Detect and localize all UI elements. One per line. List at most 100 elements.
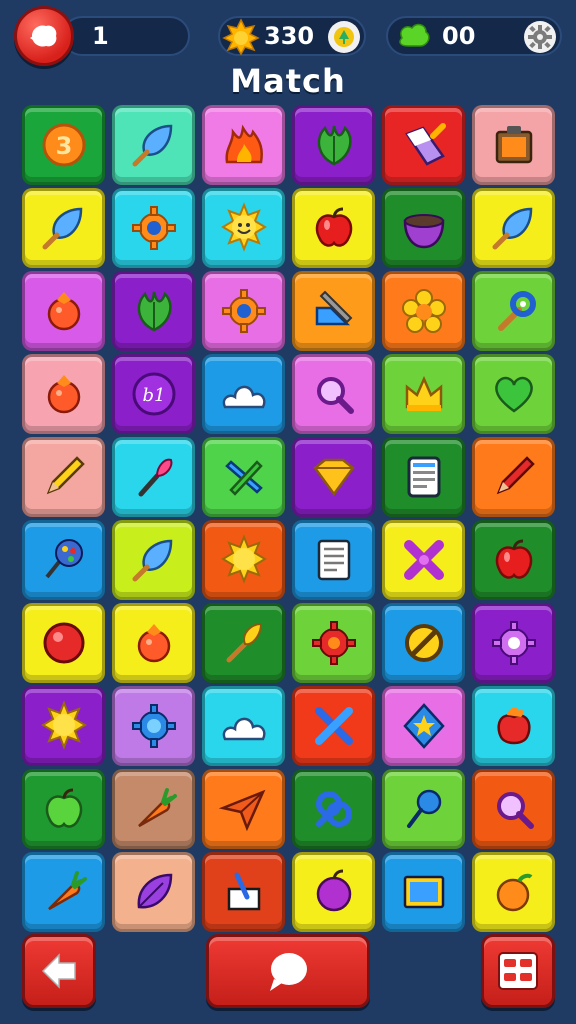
smiling-sun-icon — [220, 202, 267, 252]
knot-icon — [315, 791, 352, 827]
level-value: 1 — [92, 22, 109, 50]
svg-text:b1: b1 — [142, 385, 165, 406]
board-tile[interactable] — [22, 852, 105, 932]
board-tile[interactable] — [472, 852, 555, 932]
bubble-icon — [30, 25, 57, 47]
gear-red-icon — [311, 621, 356, 665]
board-tile[interactable] — [202, 852, 285, 932]
palette-icon — [44, 539, 83, 579]
board-tile[interactable] — [382, 686, 465, 766]
leaf-brush-icon — [132, 539, 172, 582]
magnifier-icon — [496, 792, 534, 829]
board-tile[interactable] — [112, 271, 195, 351]
board-tile[interactable]: 3 — [22, 105, 105, 185]
eraser-icon — [404, 123, 446, 166]
board-tile[interactable] — [382, 769, 465, 849]
wrench-icon — [497, 291, 536, 331]
menu-board-icon — [498, 952, 538, 990]
board-tile[interactable] — [202, 769, 285, 849]
board-tile[interactable] — [472, 354, 555, 434]
board-tile[interactable] — [472, 686, 555, 766]
board-tile[interactable] — [472, 271, 555, 351]
board-tile[interactable] — [472, 520, 555, 600]
board-tile[interactable] — [202, 105, 285, 185]
gems-pill: 00 — [386, 16, 562, 56]
board-tile[interactable] — [382, 437, 465, 517]
board-tile[interactable] — [382, 520, 465, 600]
board-tile[interactable] — [292, 354, 375, 434]
board-tile[interactable] — [112, 105, 195, 185]
board-tile[interactable] — [472, 769, 555, 849]
home-button[interactable] — [14, 6, 74, 66]
board-tile[interactable] — [202, 271, 285, 351]
board-tile[interactable] — [22, 686, 105, 766]
board-tile[interactable] — [112, 852, 195, 932]
sun-coin-icon — [222, 18, 260, 62]
note-card-icon — [227, 872, 260, 911]
board-tile[interactable] — [202, 520, 285, 600]
purple-coin-icon: b1 — [132, 372, 175, 416]
board-tile[interactable] — [472, 437, 555, 517]
board-tile[interactable] — [112, 437, 195, 517]
back-button[interactable] — [22, 934, 96, 1008]
bowl-icon — [403, 214, 444, 249]
board-tile[interactable] — [292, 686, 375, 766]
berry-icon — [47, 375, 80, 414]
number-3-coin-icon: 3 — [42, 123, 85, 167]
board-tile[interactable] — [292, 769, 375, 849]
board-tile[interactable] — [472, 105, 555, 185]
board-tile[interactable] — [22, 520, 105, 600]
chat-button[interactable] — [206, 934, 370, 1008]
flower-icon — [401, 289, 446, 333]
board-tile[interactable] — [382, 852, 465, 932]
board-tile[interactable] — [382, 188, 465, 268]
board-tile[interactable] — [112, 769, 195, 849]
board-tile[interactable] — [292, 271, 375, 351]
gear-blue-icon — [131, 704, 176, 748]
board-tile[interactable] — [292, 188, 375, 268]
board-tile[interactable] — [382, 105, 465, 185]
settings-gear-icon[interactable] — [524, 21, 556, 53]
pencil-red-icon — [496, 456, 535, 495]
ruler-pencil-icon — [315, 290, 352, 326]
board-tile[interactable] — [292, 603, 375, 683]
board-tile[interactable] — [22, 769, 105, 849]
board-tile[interactable] — [382, 603, 465, 683]
orange-fruit-icon — [496, 873, 532, 912]
gear-icon — [131, 206, 176, 250]
board-tile[interactable]: b1 — [112, 354, 195, 434]
board-tile[interactable] — [382, 271, 465, 351]
board-tile[interactable] — [22, 354, 105, 434]
board-tile[interactable] — [112, 603, 195, 683]
board-tile[interactable] — [22, 271, 105, 351]
chat-bubble-icon — [270, 953, 307, 991]
board-tile[interactable] — [202, 686, 285, 766]
board-tile[interactable] — [202, 437, 285, 517]
board-tile[interactable] — [202, 603, 285, 683]
board-tile[interactable] — [22, 603, 105, 683]
board-tile[interactable] — [292, 852, 375, 932]
game-board: 3 b1 — [22, 105, 555, 932]
heart-icon — [494, 376, 533, 413]
board-tile[interactable] — [292, 105, 375, 185]
board-tile[interactable] — [202, 354, 285, 434]
board-tile[interactable] — [472, 188, 555, 268]
board-tile[interactable] — [112, 188, 195, 268]
board-tile[interactable] — [22, 437, 105, 517]
board-tile[interactable] — [202, 188, 285, 268]
board-tile[interactable] — [292, 437, 375, 517]
menu-button[interactable] — [481, 934, 555, 1008]
flame-icon — [224, 124, 263, 164]
board-tile[interactable] — [112, 686, 195, 766]
pin-icon — [406, 789, 441, 828]
board-tile[interactable] — [112, 520, 195, 600]
paper-plane-icon — [218, 789, 265, 832]
document-icon — [317, 539, 350, 581]
board-tile[interactable] — [22, 188, 105, 268]
board-tile[interactable] — [292, 520, 375, 600]
board-tile[interactable] — [472, 603, 555, 683]
crown-icon — [405, 375, 442, 411]
add-coins-icon[interactable] — [328, 21, 360, 53]
board-tile[interactable] — [382, 354, 465, 434]
brush-icon — [138, 458, 172, 497]
